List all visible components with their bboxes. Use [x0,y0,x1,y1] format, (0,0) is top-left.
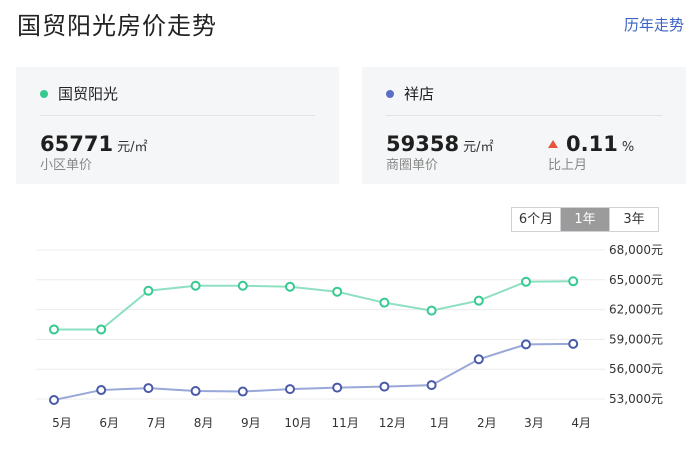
data-point [190,280,201,291]
data-point [379,381,390,392]
x-tick-label: 8月 [194,416,214,430]
data-point [521,276,531,287]
x-tick-label: 3月 [524,416,544,430]
data-point [285,281,295,292]
data-point [143,383,154,394]
data-point [332,382,343,393]
data-point [190,386,201,397]
data-point [49,324,59,335]
x-tick-label: 10月 [284,416,311,430]
series-line-0 [54,280,574,331]
x-tick-label: 11月 [332,416,359,430]
data-point [332,286,343,297]
data-point [96,385,107,396]
data-point [426,305,437,316]
series-line-1 [53,342,574,401]
x-tick-label: 9月 [241,416,261,430]
x-tick-label: 6月 [99,416,119,430]
data-point [143,285,154,296]
data-point [96,324,107,335]
y-tick-label: 56,000元 [609,362,663,376]
data-point [568,276,579,287]
y-tick-label: 53,000元 [609,392,663,406]
data-point [426,380,437,391]
x-tick-label: 7月 [147,416,167,430]
data-point [237,386,248,397]
x-tick-label: 5月 [52,416,72,430]
data-point [49,394,59,405]
x-tick-label: 2月 [477,416,497,430]
data-point [521,339,531,350]
price-trend-chart: 53,000元 56,000元 59,000元 62,000元 65,000元 68,00… [36,243,663,430]
y-tick-label: 62,000元 [609,303,663,317]
data-point [473,295,484,306]
data-point [568,338,579,349]
data-point [379,297,390,308]
data-point [285,384,295,395]
x-tick-label: 1月 [430,416,450,430]
y-tick-label: 68,000元 [609,243,663,257]
data-point [473,354,484,365]
y-tick-label: 65,000元 [609,273,663,287]
y-tick-label: 59,000元 [609,332,663,346]
data-point [237,280,248,291]
x-tick-label: 4月 [571,416,591,430]
x-tick-label: 12月 [379,416,406,430]
